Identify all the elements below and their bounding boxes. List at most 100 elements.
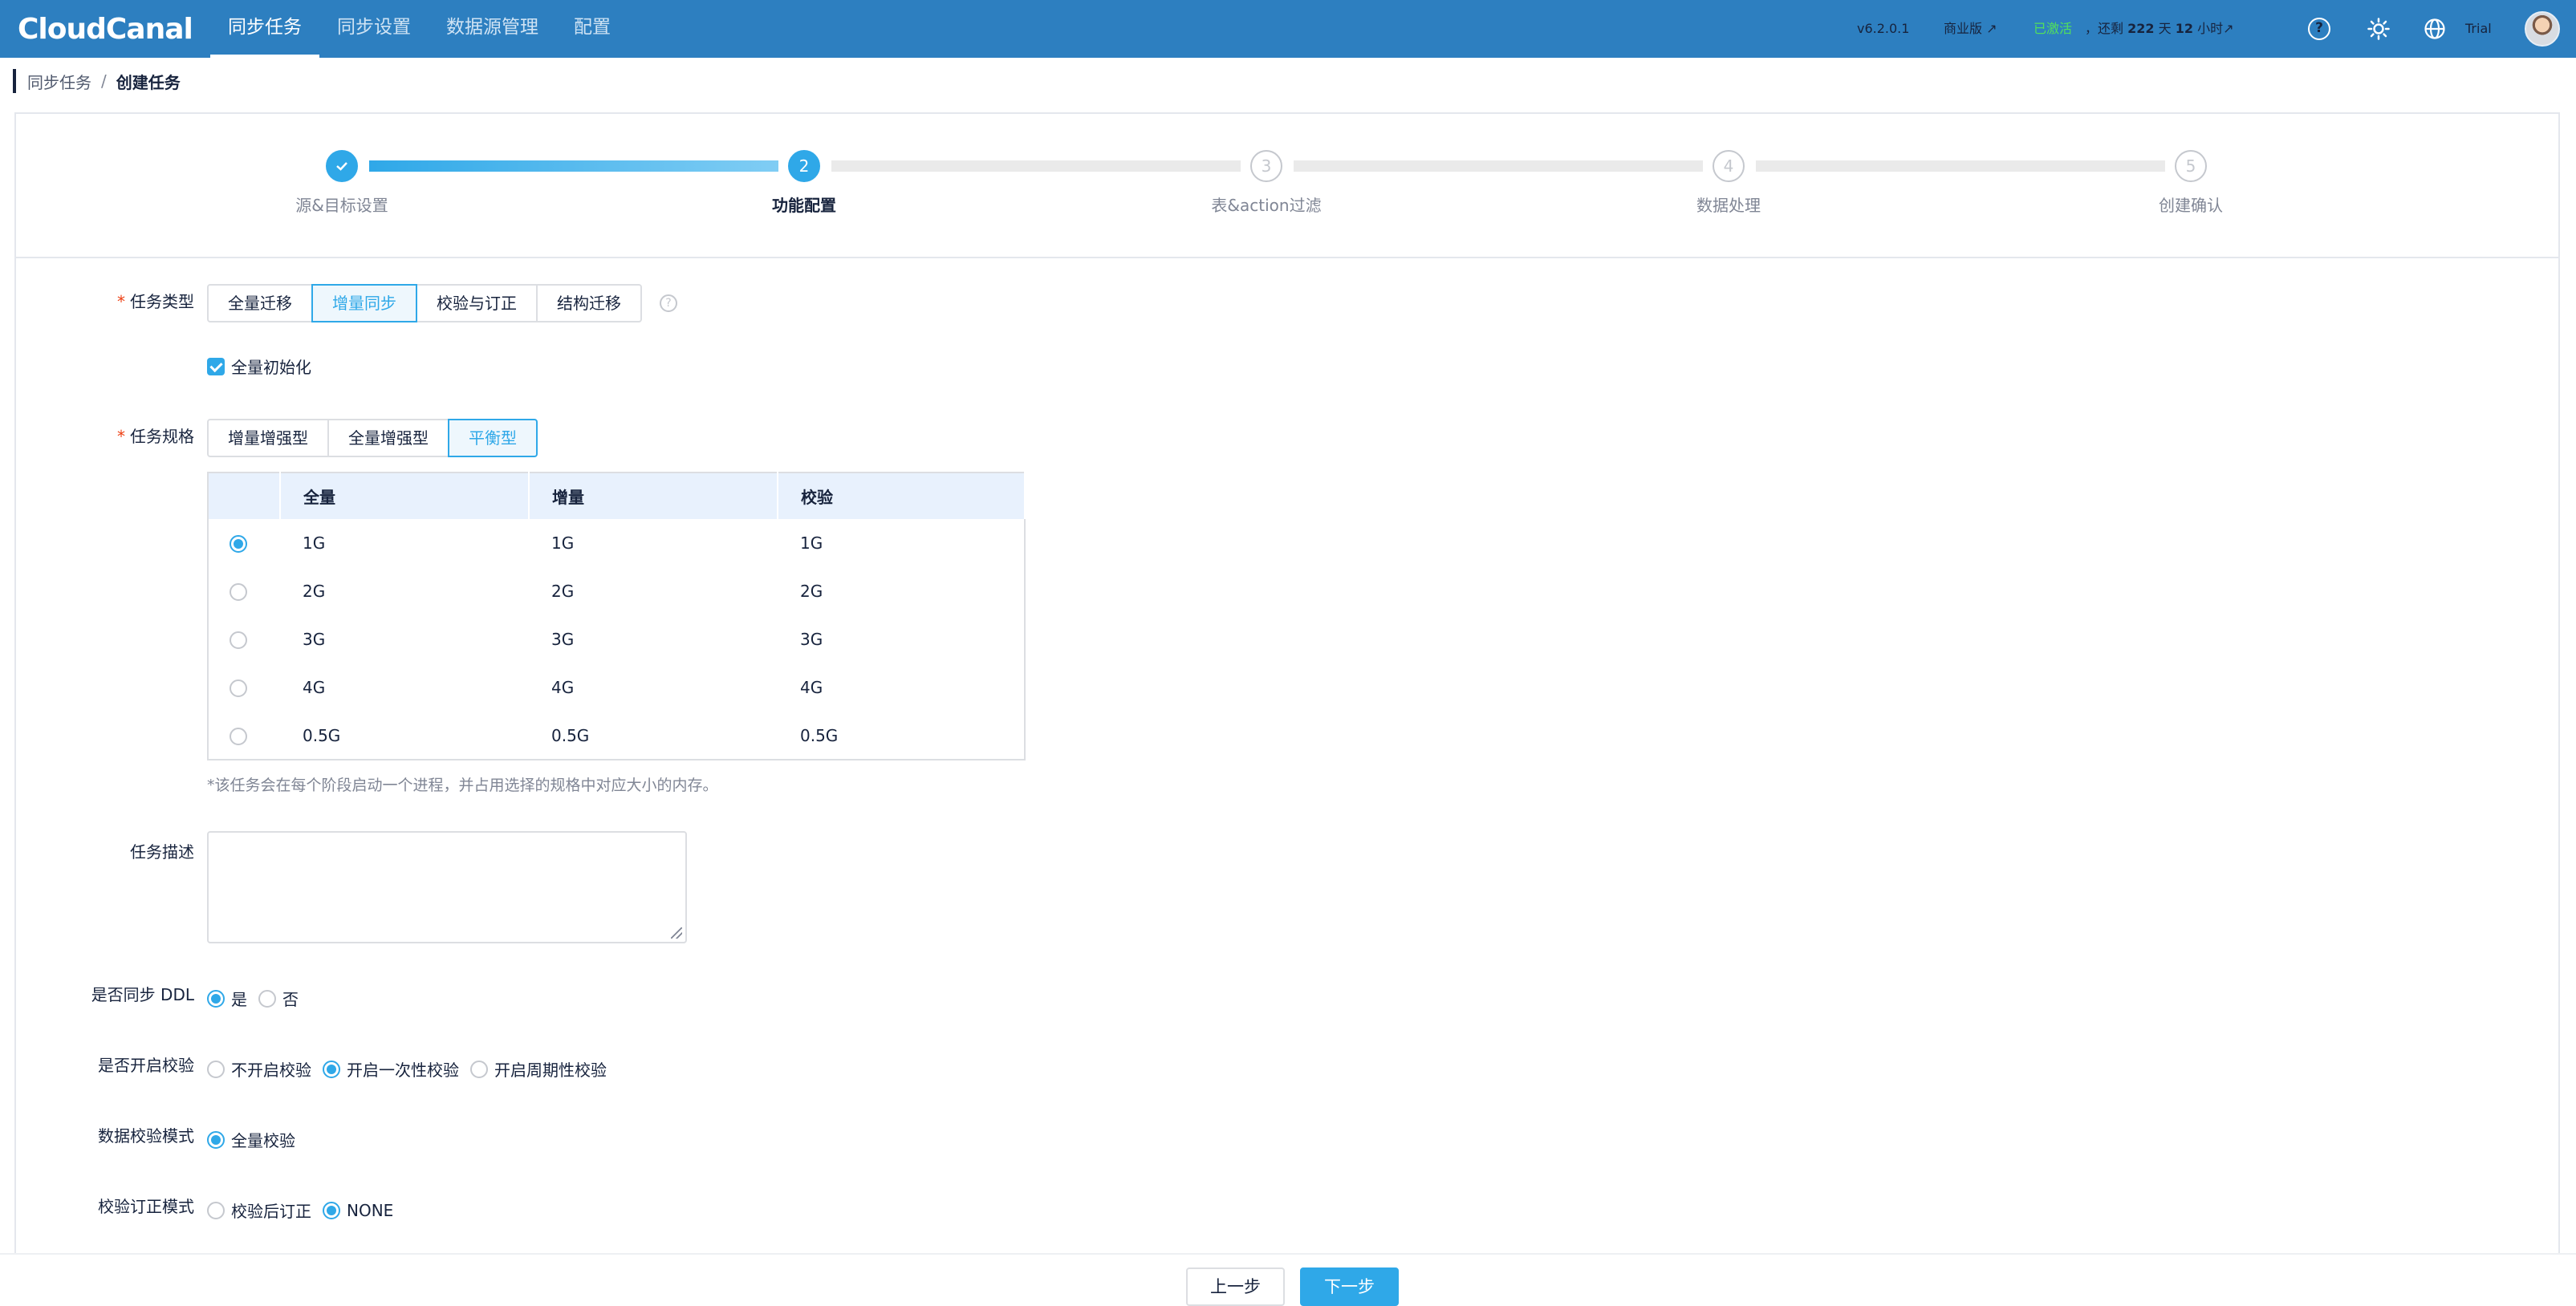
breadcrumb-parent[interactable]: 同步任务	[27, 70, 91, 93]
sync-ddl-radio-group: 是 否	[207, 987, 310, 1010]
table-row[interactable]: 3G 3G 3G	[208, 615, 1025, 663]
task-type-check-revise[interactable]: 校验与订正	[416, 284, 538, 322]
radio-checked-icon	[323, 1060, 340, 1078]
theme-sun-icon[interactable]	[2367, 18, 2390, 40]
logo-text: CloudCanal	[18, 12, 193, 46]
breadcrumb: 同步任务 / 创建任务	[13, 69, 181, 93]
full-init-checkbox[interactable]: 全量初始化	[207, 355, 311, 378]
spec-radio-4g[interactable]	[230, 679, 247, 698]
spec-table-header: 全量 增量 校验	[208, 473, 1026, 519]
table-cell: 4G	[800, 678, 823, 697]
spec-radio-0-5g[interactable]	[230, 727, 247, 745]
table-cell: 0.5G	[303, 725, 341, 745]
spec-hint: *该任务会在每个阶段启动一个进程，并占用选择的规格中对应大小的内存。	[207, 777, 718, 794]
step-4-label: 数据处理	[1696, 196, 1761, 215]
user-avatar[interactable]	[2525, 11, 2560, 47]
step-3-dot: 3	[1250, 150, 1282, 182]
table-cell: 3G	[551, 630, 575, 649]
radio-icon	[207, 1060, 225, 1078]
check-option-once[interactable]: 开启一次性校验	[323, 1057, 459, 1081]
main-nav: 同步任务 同步设置 数据源管理 配置	[210, 0, 628, 58]
nav-item-sync-tasks[interactable]: 同步任务	[210, 0, 319, 58]
radio-checked-icon	[323, 1201, 340, 1219]
task-spec-selector: 增量增强型 全量增强型 平衡型	[207, 419, 538, 457]
step-line-3	[1294, 160, 1703, 172]
spec-table-header-check: 校验	[778, 473, 1026, 519]
check-option-periodic[interactable]: 开启周期性校验	[470, 1057, 607, 1081]
nav-item-sync-settings[interactable]: 同步设置	[319, 0, 429, 58]
step-1-label: 源&目标设置	[295, 196, 388, 215]
edition-link[interactable]: 商业版 ↗	[1944, 18, 1997, 40]
language-globe-icon[interactable]	[2424, 18, 2446, 40]
table-row[interactable]: 4G 4G 4G	[208, 663, 1025, 712]
step-5-label: 创建确认	[2159, 196, 2223, 215]
radio-icon	[470, 1060, 488, 1078]
table-cell: 1G	[303, 533, 326, 553]
task-description-textarea[interactable]	[207, 831, 687, 943]
step-1-dot	[326, 150, 358, 182]
breadcrumb-separator: /	[101, 71, 107, 91]
revise-mode-none[interactable]: NONE	[323, 1201, 393, 1220]
sync-ddl-label: 是否同步 DDL	[91, 985, 194, 1004]
version-label: v6.2.0.1	[1857, 21, 1910, 36]
footer-actions: 上一步 下一步	[0, 1253, 2576, 1306]
remaining-days: 222	[2127, 21, 2155, 36]
spec-radio-2g[interactable]	[230, 583, 247, 602]
table-cell: 1G	[800, 533, 823, 553]
required-mark: *	[117, 292, 125, 311]
table-cell: 2G	[551, 582, 575, 601]
nav-item-datasource-management[interactable]: 数据源管理	[429, 0, 556, 58]
task-spec-balanced[interactable]: 平衡型	[448, 419, 538, 457]
resize-handle-icon[interactable]	[671, 927, 682, 939]
table-row[interactable]: 2G 2G 2G	[208, 567, 1025, 615]
table-row[interactable]: 1G 1G 1G	[208, 519, 1025, 567]
spec-radio-3g[interactable]	[230, 631, 247, 650]
step-line-4	[1756, 160, 2165, 172]
check-option-off[interactable]: 不开启校验	[207, 1057, 311, 1081]
task-spec-label: * 任务规格	[117, 427, 194, 446]
help-icon[interactable]: ?	[2308, 18, 2330, 40]
task-spec-full-enhanced[interactable]: 全量增强型	[327, 419, 449, 457]
table-cell: 3G	[800, 630, 823, 649]
step-4-dot: 4	[1713, 150, 1745, 182]
required-mark: *	[117, 427, 125, 446]
revise-mode-after-check[interactable]: 校验后订正	[207, 1199, 311, 1222]
revise-mode-label: 校验订正模式	[98, 1197, 194, 1216]
cloudcanal-logo[interactable]: CloudCanal	[18, 10, 193, 48]
step-5-dot: 5	[2175, 150, 2207, 182]
full-init-label: 全量初始化	[231, 358, 311, 377]
table-cell: 4G	[303, 678, 326, 697]
sync-ddl-yes[interactable]: 是	[207, 987, 247, 1010]
top-nav-bar: CloudCanal 同步任务 同步设置 数据源管理 配置 v6.2.0.1 商…	[0, 0, 2576, 58]
task-spec-incremental-enhanced[interactable]: 增量增强型	[207, 419, 329, 457]
task-type-full-migration[interactable]: 全量迁移	[207, 284, 313, 322]
check-mode-full[interactable]: 全量校验	[207, 1128, 295, 1151]
enable-check-label: 是否开启校验	[98, 1056, 194, 1075]
remaining-hours: 12	[2175, 21, 2193, 36]
user-name[interactable]: Trial	[2465, 18, 2492, 40]
step-2-dot: 2	[788, 150, 820, 182]
table-cell: 4G	[551, 678, 575, 697]
check-mode-label: 数据校验模式	[98, 1126, 194, 1146]
next-step-button[interactable]: 下一步	[1300, 1267, 1399, 1306]
prev-step-button[interactable]: 上一步	[1186, 1267, 1285, 1306]
table-cell: 1G	[551, 533, 575, 553]
table-cell: 3G	[303, 630, 326, 649]
nav-item-config[interactable]: 配置	[556, 0, 628, 58]
revise-mode-radio-group: 校验后订正 NONE	[207, 1199, 404, 1222]
remaining-prefix: ，还剩	[2085, 21, 2124, 36]
task-type-incremental-sync[interactable]: 增量同步	[311, 284, 417, 322]
breadcrumb-current: 创建任务	[116, 72, 181, 92]
radio-checked-icon	[207, 1130, 225, 1149]
sync-ddl-no[interactable]: 否	[258, 987, 299, 1010]
enable-check-radio-group: 不开启校验 开启一次性校验 开启周期性校验	[207, 1057, 618, 1081]
table-row[interactable]: 0.5G 0.5G 0.5G	[208, 712, 1025, 760]
spec-radio-1g[interactable]	[230, 535, 247, 554]
table-cell: 2G	[303, 582, 326, 601]
spec-table: 全量 增量 校验 1G 1G 1G 2G 2G 2G 3G 3G 3G 4G 4…	[207, 472, 1026, 760]
question-circle-icon[interactable]: ?	[660, 294, 677, 312]
task-type-structure-migration[interactable]: 结构迁移	[536, 284, 642, 322]
remaining-time[interactable]: ，还剩 222 天 12 小时↗	[2085, 18, 2234, 40]
spec-table-header-select	[208, 473, 281, 519]
step-line-2	[831, 160, 1241, 172]
